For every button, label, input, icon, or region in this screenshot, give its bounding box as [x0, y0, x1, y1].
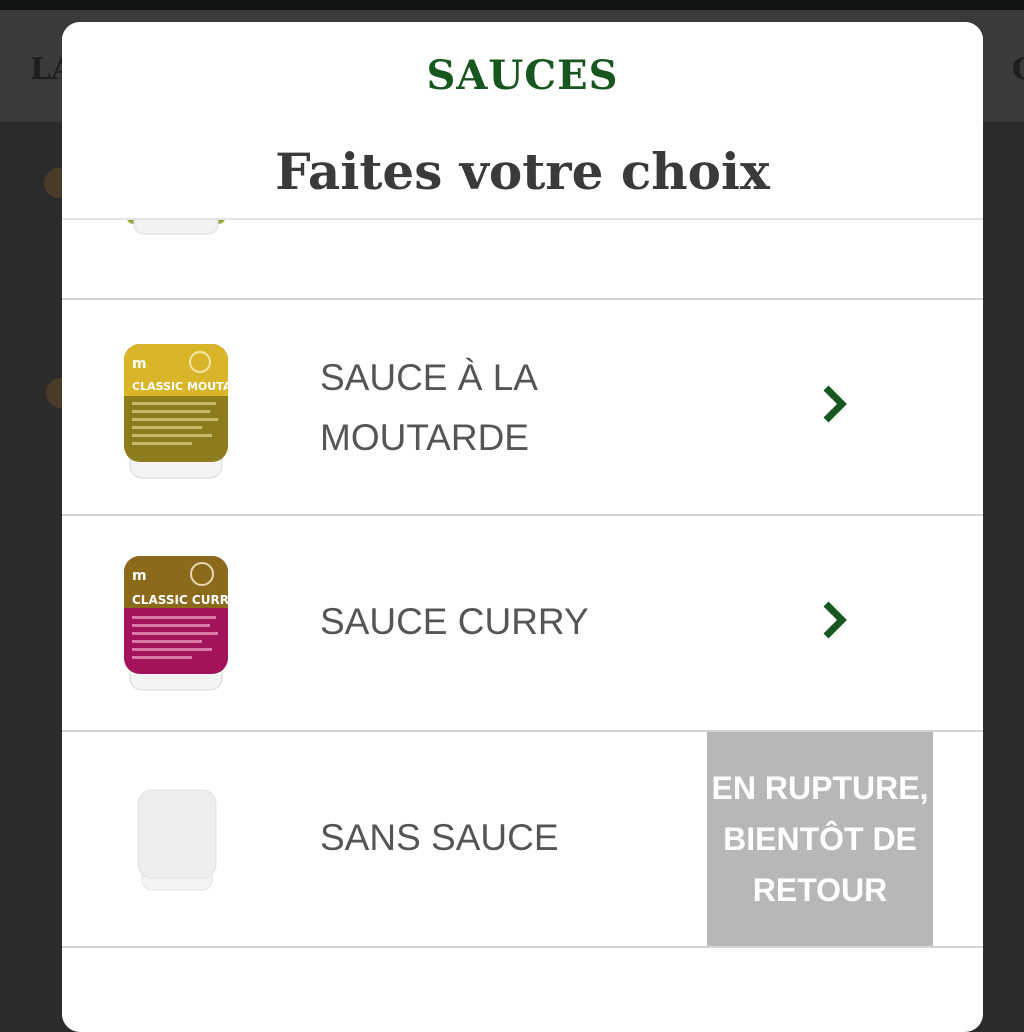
- sauce-option-moutarde[interactable]: m CLASSIC MOUTARDE SAUCE À LA MOUTARDE: [62, 300, 983, 516]
- out-of-stock-text: EN RUPTURE, BIENTÔT DE RETOUR: [711, 769, 929, 908]
- status-strip: [0, 0, 1024, 10]
- chevron-right-icon[interactable]: [820, 384, 850, 424]
- sauce-selection-modal: SAUCES Faites votre choix m CLASSIC MOUT…: [62, 22, 983, 1032]
- mustard-sauce-packet-icon: m CLASSIC MOUTARDE: [124, 344, 232, 479]
- sauce-name: SAUCE CURRY: [320, 601, 589, 642]
- sauce-list[interactable]: m CLASSIC MOUTARDE SAUCE À LA MOUTARDE: [62, 86, 983, 1032]
- packet-label: CLASSIC MOUTARDE: [132, 380, 232, 393]
- background-category-label-right: C: [1012, 52, 1024, 87]
- packet-label: CLASSIC CURRY: [132, 593, 232, 607]
- curry-sauce-packet-icon: m CLASSIC CURRY: [124, 556, 232, 691]
- sauce-option-sans-sauce[interactable]: SANS SAUCE EN RUPTURE, BIENTÔT DE RETOUR: [62, 732, 983, 948]
- svg-text:m: m: [132, 568, 147, 584]
- sauce-name: SAUCE À LA MOUTARDE: [320, 357, 538, 458]
- out-of-stock-badge: EN RUPTURE, BIENTÔT DE RETOUR: [707, 732, 933, 946]
- sauce-name: SANS SAUCE: [320, 817, 559, 858]
- modal-title: SAUCES: [426, 52, 619, 99]
- modal-header: SAUCES Faites votre choix: [62, 22, 983, 218]
- modal-subtitle: Faites votre choix: [275, 142, 770, 201]
- chevron-right-icon[interactable]: [820, 600, 850, 640]
- svg-text:m: m: [132, 356, 147, 372]
- sauce-option-curry[interactable]: m CLASSIC CURRY SAUCE CURRY: [62, 516, 983, 732]
- empty-packet-icon: [137, 789, 217, 891]
